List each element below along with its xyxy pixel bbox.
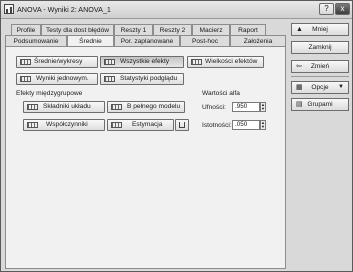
estymacja-options-button[interactable] [175, 119, 189, 131]
b-pelnego-modelu-label: B pełnego modelu [127, 103, 181, 110]
tab-podsumowanie[interactable]: Podsumowanie [5, 35, 67, 46]
wyniki-jednowym-label: Wyniki jednowym. [36, 75, 89, 82]
statystyki-podgladu-label: Statystyki podglądu [120, 75, 178, 82]
table-icon [111, 104, 122, 110]
wartosci-alfa-label: Wartości alfa [202, 90, 240, 97]
tab-panel: Średnie/wykresy Wszystkie efekty Wielkoś… [5, 46, 286, 269]
close-button[interactable]: x [335, 3, 350, 15]
results-tab-control: Profile Testy dla dost błędów Reszty 1 R… [5, 22, 286, 269]
skladniki-ukladu-label: Składniki układu [43, 103, 91, 110]
zmien-label: Zmień [310, 63, 330, 70]
table-icon [104, 59, 115, 65]
wspolczynniki-label: Współczynniki [46, 121, 88, 128]
grupami-label: Grupami [307, 101, 333, 108]
ufnosci-stepper[interactable]: ▲ ▼ [260, 102, 266, 112]
table-icon [27, 104, 38, 110]
b-pelnego-modelu-button[interactable]: B pełnego modelu [107, 101, 185, 113]
table-icon [27, 122, 38, 128]
table-icon [191, 59, 202, 65]
wielkosci-efektow-label: Wielkości efektów [205, 58, 258, 65]
istotnosci-label: Istotności: [202, 122, 232, 129]
tab-testy-dla-dost-bledow[interactable]: Testy dla dost błędów [41, 24, 114, 35]
istotnosci-stepper[interactable]: ▲ ▼ [260, 120, 266, 130]
dropdown-arrow-icon: ▼ [338, 84, 344, 90]
grupami-button[interactable]: ▤ Grupami [291, 98, 349, 111]
tab-raport[interactable]: Raport [230, 24, 266, 35]
anova-results-window: ANOVA - Wyniki 2: ANOVA_1 ? x Profile Te… [0, 0, 353, 272]
tab-srednie[interactable]: Średnie [67, 35, 114, 46]
zamknij-button[interactable]: Zamknij [291, 41, 349, 54]
tab-macierz[interactable]: Macierz [192, 24, 230, 35]
mniej-button[interactable]: ▲ Mniej [291, 23, 349, 36]
srednie-wykresy-label: Średnie/wykresy [34, 58, 83, 65]
srednie-wykresy-button[interactable]: Średnie/wykresy [16, 56, 98, 68]
tab-reszty-2[interactable]: Reszty 2 [153, 24, 192, 35]
wspolczynniki-button[interactable]: Współczynniki [23, 119, 105, 131]
wyniki-jednowym-button[interactable]: Wyniki jednowym. [16, 73, 98, 85]
wielkosci-efektow-button[interactable]: Wielkości efektów [187, 56, 264, 68]
wszystkie-efekty-button[interactable]: Wszystkie efekty [100, 56, 184, 68]
table-icon [20, 76, 31, 82]
table-icon [111, 122, 122, 128]
statystyki-podgladu-button[interactable]: Statystyki podglądu [100, 73, 184, 85]
tab-profile[interactable]: Profile [11, 24, 41, 35]
opcje-button[interactable]: ▦ Opcje ▼ [291, 81, 349, 94]
tab-por-zaplanowane[interactable]: Por. zaplanowane [114, 35, 180, 46]
app-icon [4, 4, 14, 14]
side-divider [291, 76, 349, 77]
skladniki-ukladu-button[interactable]: Składniki układu [23, 101, 105, 113]
help-button[interactable]: ? [319, 3, 334, 15]
mniej-label: Mniej [312, 26, 328, 33]
tab-zalozenia[interactable]: Założenia [230, 35, 286, 46]
table-icon [20, 59, 31, 65]
table-icon [104, 76, 115, 82]
zamknij-label: Zamknij [308, 44, 332, 51]
title-bar[interactable]: ANOVA - Wyniki 2: ANOVA_1 ? x [1, 1, 352, 19]
estymacja-label: Estymacja [132, 121, 163, 128]
zmien-button[interactable]: ⇦ Zmień [291, 60, 349, 73]
options-icon [179, 122, 185, 128]
ufnosci-input[interactable]: .950 [232, 102, 260, 112]
istotnosci-input[interactable]: .050 [232, 120, 260, 130]
efekty-miedzygrupowe-label: Efekty międzygrupowe [16, 90, 83, 97]
ufnosci-label: Ufności: [202, 104, 226, 111]
estymacja-button[interactable]: Estymacja [107, 119, 174, 131]
tab-reszty-1[interactable]: Reszty 1 [114, 24, 153, 35]
window-title: ANOVA - Wyniki 2: ANOVA_1 [17, 5, 111, 14]
wszystkie-efekty-label: Wszystkie efekty [120, 58, 170, 65]
tab-post-hoc[interactable]: Post-hoc [180, 35, 230, 46]
